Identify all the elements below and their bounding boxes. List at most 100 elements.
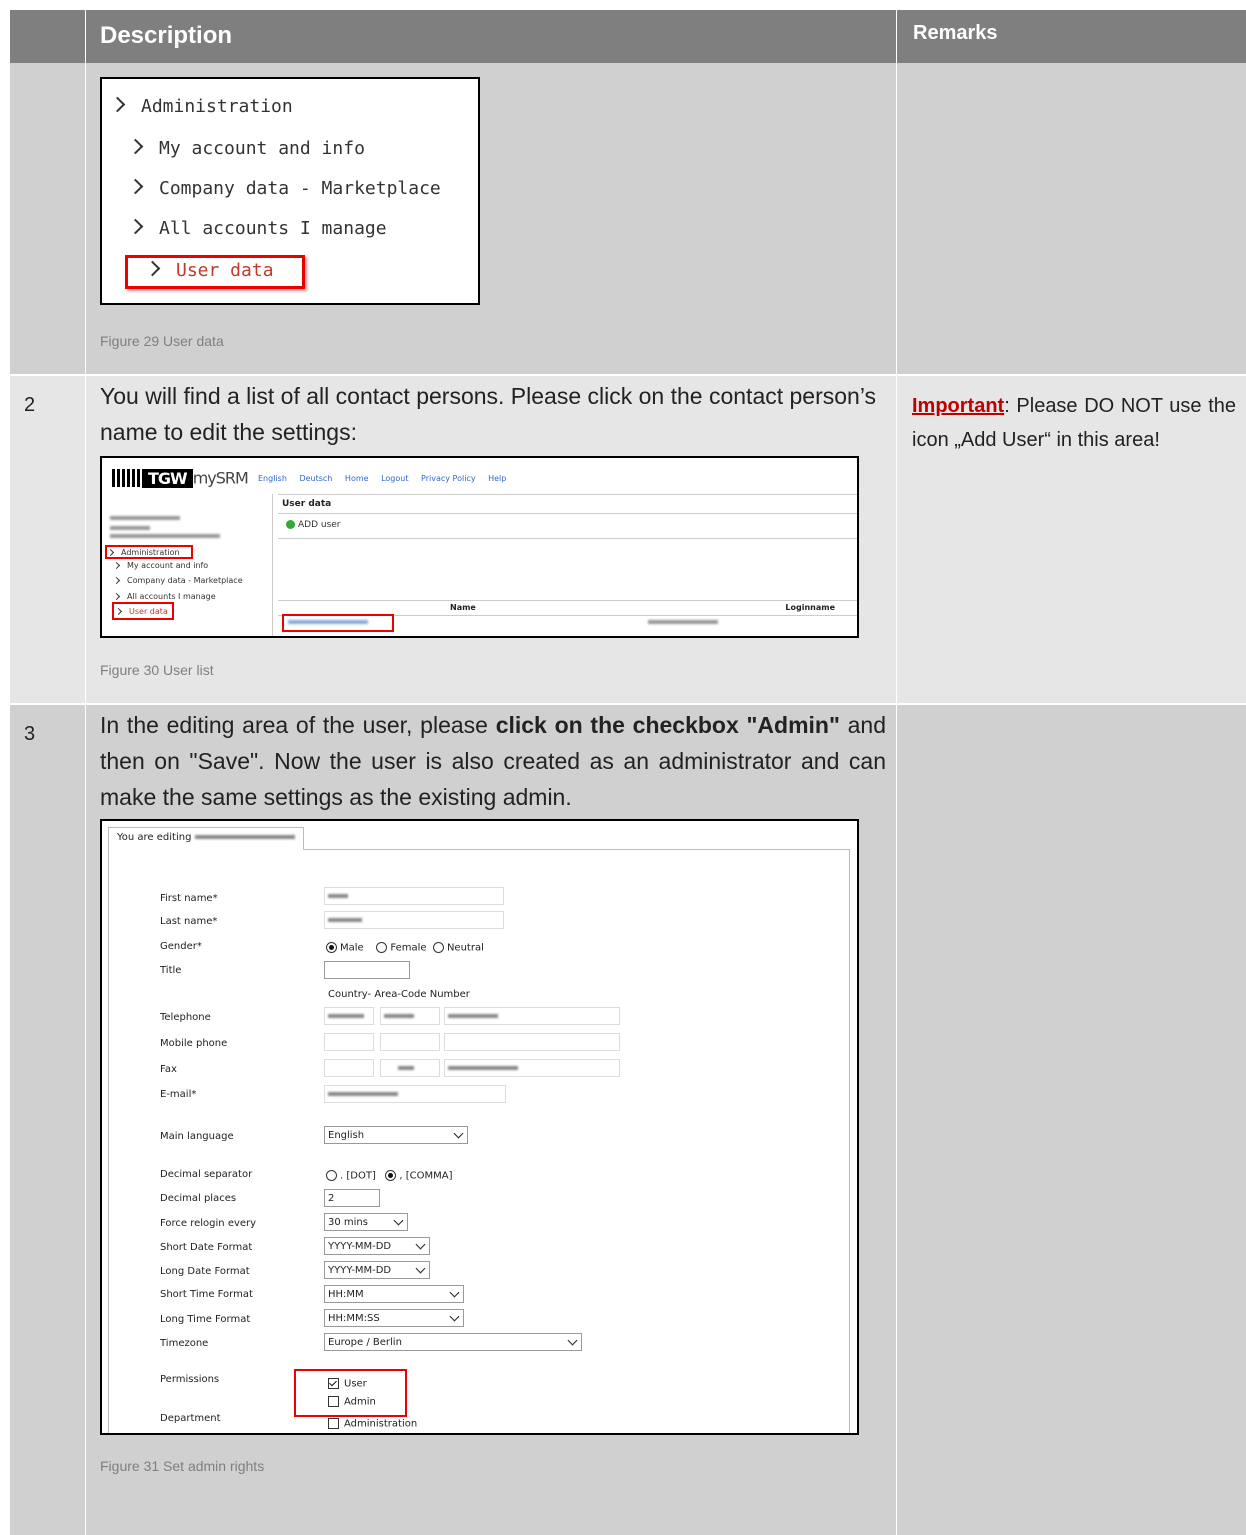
chevron-right-icon: [127, 178, 144, 195]
step-number: 3: [24, 723, 36, 745]
fax-country-input[interactable]: [324, 1059, 374, 1077]
timezone-select[interactable]: Europe / Berlin: [324, 1333, 582, 1351]
step-text: In the editing area of the user, please …: [100, 712, 886, 810]
label-long-date: Long Date Format: [160, 1266, 250, 1277]
nav-link-deutsch[interactable]: Deutsch: [299, 474, 332, 483]
label-short-time: Short Time Format: [160, 1289, 253, 1300]
divider: [278, 538, 857, 539]
checkbox-administration[interactable]: [328, 1418, 339, 1429]
blurred-user-name: [194, 835, 295, 839]
menu-item-company-data[interactable]: Company data - Marketplace: [127, 177, 441, 201]
telephone-area-input[interactable]: [380, 1007, 440, 1025]
highlight-box: [294, 1369, 407, 1417]
menu-item-my-account[interactable]: My account and info: [127, 137, 365, 161]
label-long-time: Long Time Format: [160, 1314, 251, 1325]
tab-editing[interactable]: You are editing: [108, 827, 304, 850]
highlight-box: [125, 255, 305, 289]
mobile-area-input[interactable]: [380, 1033, 440, 1051]
department-administration: Administration: [328, 1418, 417, 1430]
header-description: Description: [86, 10, 897, 63]
first-name-input[interactable]: [324, 887, 504, 905]
step-number-cell: 2: [10, 376, 86, 703]
nav-link-help[interactable]: Help: [488, 474, 506, 483]
mobile-country-input[interactable]: [324, 1033, 374, 1051]
label-last-name: Last name*: [160, 916, 218, 927]
barcode-logo-icon: [112, 469, 142, 487]
table-row: 2 You will find a list of all contact pe…: [10, 374, 1246, 703]
sidebar-item-all-accounts[interactable]: All accounts I manage: [112, 592, 216, 601]
fax-area-input[interactable]: [380, 1059, 440, 1077]
long-time-select[interactable]: HH:MM:SS: [324, 1309, 464, 1327]
label-title: Title: [160, 965, 182, 976]
short-date-select[interactable]: YYYY-MM-DD: [324, 1237, 430, 1255]
label-permissions: Permissions: [160, 1374, 220, 1385]
label-fax: Fax: [160, 1064, 177, 1075]
remark-text: Important: Please DO NOT use the icon „A…: [912, 395, 1236, 451]
label-main-language: Main language: [160, 1131, 234, 1142]
title-input[interactable]: [324, 961, 410, 979]
figure-caption: Figure 31 Set admin rights: [100, 1458, 265, 1474]
label-force-relogin: Force relogin every: [160, 1218, 257, 1229]
phone-columns-header: Country- Area-Code Number: [328, 989, 470, 1000]
radio-male[interactable]: [326, 942, 337, 953]
blurred-text: [110, 516, 180, 520]
chevron-right-icon: [127, 138, 144, 155]
radio-comma[interactable]: [385, 1170, 397, 1181]
force-relogin-select[interactable]: 30 mins: [324, 1213, 408, 1231]
highlight-box: [105, 545, 193, 559]
label-gender: Gender*: [160, 941, 202, 952]
label-department: Department: [160, 1413, 221, 1424]
sidebar-item-my-account[interactable]: My account and info: [112, 561, 208, 570]
email-input[interactable]: [324, 1085, 506, 1103]
nav-link-privacy[interactable]: Privacy Policy: [421, 474, 476, 483]
gender-radio-group: Male Female Neutral: [326, 942, 484, 954]
last-name-input[interactable]: [324, 911, 504, 929]
menu-item-all-accounts[interactable]: All accounts I manage: [127, 217, 387, 241]
table-header: Description Remarks: [10, 10, 1246, 63]
label-first-name: First name*: [160, 893, 218, 904]
label-email: E-mail*: [160, 1089, 197, 1100]
fax-number-input[interactable]: [444, 1059, 620, 1077]
top-nav-links: English Deutsch Home Logout Privacy Poli…: [258, 474, 516, 483]
figure-edit-user-form: You are editing First name* Last name* G…: [100, 819, 859, 1435]
step-number-cell: 3: [10, 705, 86, 1535]
radio-dot[interactable]: [326, 1170, 337, 1181]
blurred-text: [110, 534, 220, 538]
sidebar-item-company-data[interactable]: Company data - Marketplace: [112, 576, 243, 585]
highlight-box: [112, 602, 174, 620]
remarks-cell: [897, 63, 1246, 374]
sidebar: Administration My account and info Compa…: [102, 494, 273, 636]
long-date-select[interactable]: YYYY-MM-DD: [324, 1261, 430, 1279]
table-row: 3 In the editing area of the user, pleas…: [10, 703, 1246, 1535]
label-decimal-places: Decimal places: [160, 1193, 237, 1204]
table-row: Administration My account and info Compa…: [10, 63, 1246, 374]
radio-female[interactable]: [376, 942, 388, 953]
decimal-places-input[interactable]: 2: [324, 1189, 380, 1207]
tgw-logo: TGW mySRM: [112, 468, 249, 488]
radio-neutral[interactable]: [432, 942, 444, 953]
figure-user-list: TGW mySRM English Deutsch Home Logout Pri…: [100, 456, 859, 638]
nav-link-logout[interactable]: Logout: [381, 474, 408, 483]
add-user-button[interactable]: ADD user: [286, 520, 857, 530]
description-cell: You will find a list of all contact pers…: [86, 376, 897, 703]
plus-circle-icon: [286, 520, 295, 529]
label-decimal-separator: Decimal separator: [160, 1169, 253, 1180]
main-title: User data: [278, 494, 857, 514]
step-number: 2: [24, 394, 36, 416]
menu-item-administration[interactable]: Administration: [109, 95, 293, 119]
description-cell: Administration My account and info Compa…: [86, 63, 897, 374]
telephone-number-input[interactable]: [444, 1007, 620, 1025]
main-language-select[interactable]: English: [324, 1126, 468, 1144]
label-mobile-phone: Mobile phone: [160, 1038, 228, 1049]
telephone-country-input[interactable]: [324, 1007, 374, 1025]
nav-link-home[interactable]: Home: [345, 474, 369, 483]
short-time-select[interactable]: HH:MM: [324, 1285, 464, 1303]
chevron-right-icon: [112, 561, 121, 570]
mobile-number-input[interactable]: [444, 1033, 620, 1051]
blurred-login-name: [648, 620, 718, 624]
label-timezone: Timezone: [160, 1338, 209, 1349]
chevron-right-icon: [112, 576, 121, 585]
figure-caption: Figure 30 User list: [100, 662, 214, 678]
label-short-date: Short Date Format: [160, 1242, 253, 1253]
nav-link-english[interactable]: English: [258, 474, 287, 483]
